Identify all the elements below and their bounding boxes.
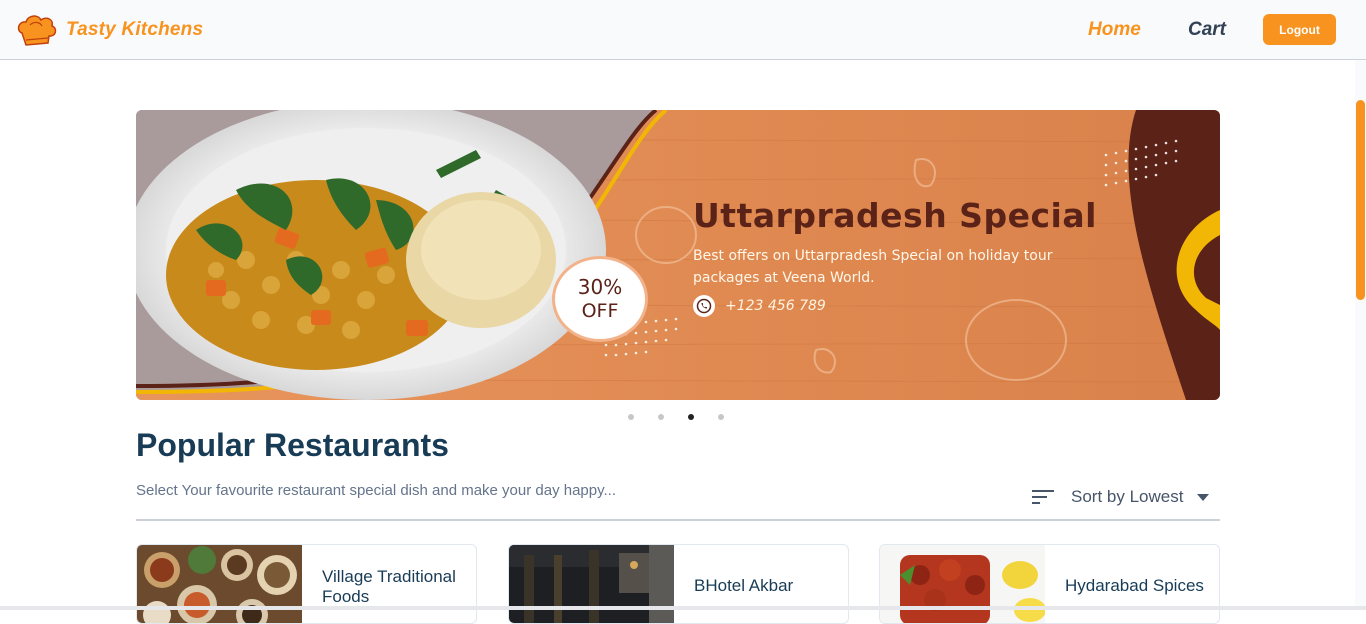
discount-off-label: OFF — [581, 300, 619, 322]
discount-badge: 30% OFF — [552, 256, 648, 342]
banner-description: Best offers on Uttarpradesh Special on h… — [693, 248, 1053, 286]
section-subtitle: Select Your favourite restaurant special… — [136, 482, 617, 499]
horizontal-scrollbar[interactable] — [0, 606, 1366, 610]
carousel-dots — [628, 414, 724, 420]
discount-percent: 30% — [577, 275, 623, 299]
sort-lines-icon — [1032, 490, 1054, 504]
restaurant-card[interactable]: BHotel Akbar — [508, 544, 849, 624]
carousel-dot-2[interactable] — [658, 414, 664, 420]
section-divider — [136, 519, 1220, 521]
sort-dropdown[interactable]: Sort by Lowest — [1032, 487, 1210, 507]
sort-label: Sort by Lowest — [1071, 487, 1184, 506]
restaurant-card[interactable]: Hydarabad Spices — [879, 544, 1220, 624]
scrollbar-thumb[interactable] — [1356, 100, 1365, 300]
restaurant-thumbnail — [137, 545, 302, 623]
carousel-dot-1[interactable] — [628, 414, 634, 420]
restaurant-name: Village Traditional Foods — [322, 567, 456, 606]
restaurant-thumbnail — [509, 545, 674, 623]
navbar: Tasty Kitchens Home Cart Logout — [0, 0, 1366, 60]
banner-contact: +123 456 789 — [693, 295, 826, 317]
restaurant-thumbnail — [880, 545, 1045, 623]
chef-hat-icon — [17, 15, 57, 46]
section-title: Popular Restaurants — [136, 427, 449, 463]
restaurant-name: Hydarabad Spices — [1065, 576, 1204, 595]
restaurant-card[interactable]: Village Traditional Foods — [136, 544, 477, 624]
nav-cart-link[interactable]: Cart — [1188, 19, 1226, 41]
logout-button[interactable]: Logout — [1263, 14, 1336, 45]
banner-phone-number: +123 456 789 — [725, 298, 826, 314]
restaurant-name: BHotel Akbar — [694, 576, 794, 595]
carousel-dot-3[interactable] — [688, 414, 694, 420]
brand-name: Tasty Kitchens — [66, 19, 204, 40]
offer-banner[interactable]: 30% OFF Uttarpradesh Special Best offers… — [136, 110, 1220, 400]
whatsapp-icon — [693, 295, 715, 317]
brand-logo[interactable]: Tasty Kitchens — [16, 13, 203, 47]
caret-down-icon — [1197, 493, 1210, 501]
nav-home-link[interactable]: Home — [1088, 19, 1141, 41]
banner-title: Uttarpradesh Special — [693, 196, 1097, 235]
banner-artwork — [136, 110, 1220, 400]
carousel-dot-4[interactable] — [718, 414, 724, 420]
